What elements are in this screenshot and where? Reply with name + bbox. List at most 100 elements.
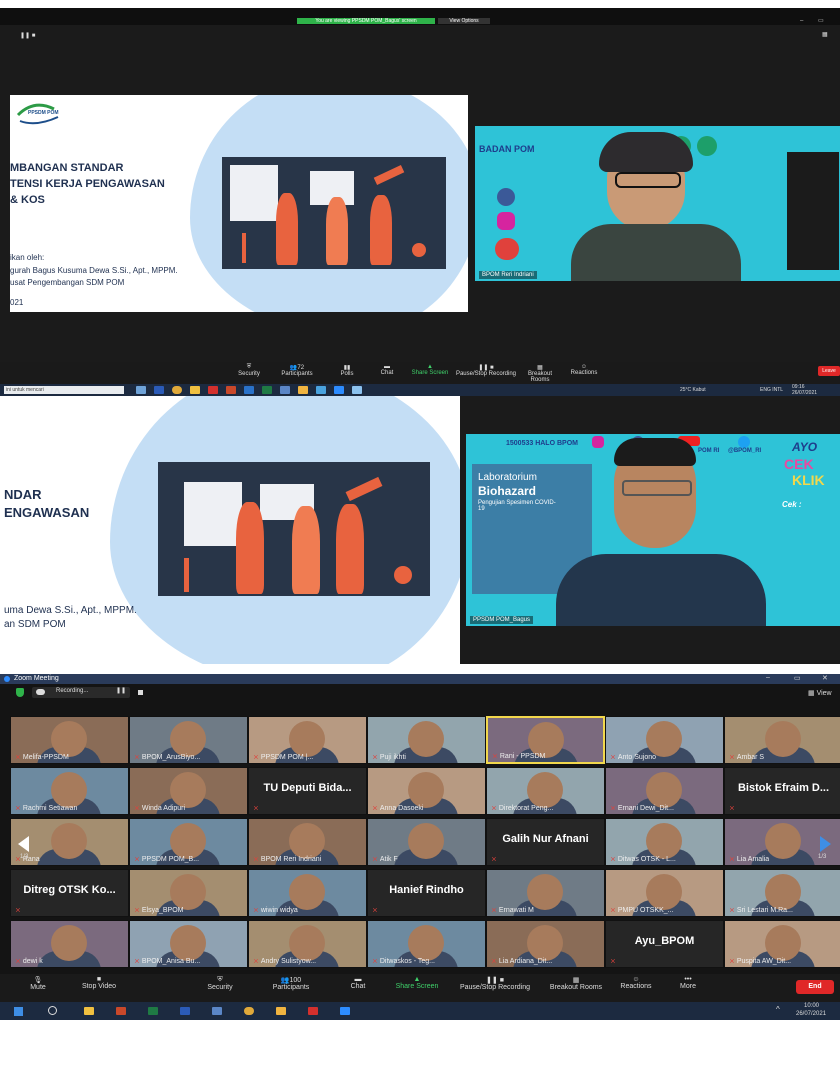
security-button[interactable]: ⛨ Security	[198, 976, 242, 991]
participant-tile[interactable]: ⨯ Ernani Dewi_Dit...	[605, 767, 724, 815]
participant-tile[interactable]: ⨯ Lia Ardiana_Dit...	[486, 920, 605, 968]
participant-tile[interactable]: ⨯ Anna Dasoeki	[367, 767, 486, 815]
acrobat-icon[interactable]	[308, 1007, 318, 1015]
mute-button[interactable]: 🎙 Mute	[18, 976, 58, 991]
window-restore-icon[interactable]: ▭	[818, 17, 824, 24]
muted-mic-icon: ⨯	[15, 754, 21, 761]
breakout-rooms-button[interactable]: ▦ Breakout Rooms	[518, 364, 562, 383]
window-close-icon[interactable]: ✕	[822, 674, 828, 682]
participant-tile[interactable]: ⨯ Puspita AW_Dit...	[724, 920, 840, 968]
participant-tile[interactable]: ⨯ PMPU OTSKK_...	[605, 869, 724, 917]
taskbar-search[interactable]: ini untuk mencari	[4, 386, 124, 394]
word-icon[interactable]	[180, 1007, 190, 1015]
participant-tile[interactable]: ⨯ Melifa-PPSDM	[10, 716, 129, 764]
participant-tile[interactable]: TU Deputi Bida... ⨯	[248, 767, 367, 815]
participant-tile[interactable]: ⨯ BPOM_ArusBiyo...	[129, 716, 248, 764]
end-button[interactable]: End	[796, 980, 834, 994]
participant-tile[interactable]: ⨯ Atik F	[367, 818, 486, 866]
participant-tile[interactable]: ⨯ Anto Sujono	[605, 716, 724, 764]
powerpoint-icon[interactable]	[226, 386, 236, 394]
window-minimize-icon[interactable]: –	[800, 18, 803, 24]
recording-button[interactable]: ❚❚ ■ Pause/Stop Recording	[455, 364, 517, 377]
view-button[interactable]: ▦ View	[808, 689, 832, 697]
participants-button[interactable]: 👥72 Participants	[280, 364, 314, 377]
stop-video-button[interactable]: ■ Stop Video	[70, 976, 128, 990]
word-icon[interactable]	[154, 386, 164, 394]
weather-indicator[interactable]: 25°C Kabut	[680, 387, 706, 393]
polls-button[interactable]: ▮▮ Polls	[332, 364, 362, 377]
breakout-rooms-button[interactable]: ▦ Breakout Rooms	[544, 976, 608, 991]
window-maximize-icon[interactable]: ▭	[794, 674, 801, 682]
folder-icon[interactable]	[298, 386, 308, 394]
app2-icon[interactable]	[352, 386, 362, 394]
prev-page-arrow[interactable]	[18, 836, 29, 852]
explorer-icon[interactable]	[84, 1007, 94, 1015]
participant-tile[interactable]: ⨯ Rani - PPSDM	[486, 716, 605, 764]
task-view-icon[interactable]	[136, 386, 146, 394]
team-illustration	[222, 157, 446, 269]
language-indicator[interactable]: ENG INTL	[760, 387, 783, 393]
tray-chevron-icon[interactable]: ^	[776, 1005, 780, 1014]
folder-icon[interactable]	[276, 1007, 286, 1015]
participant-tile[interactable]: ⨯ Ambar S	[724, 716, 840, 764]
app-icon[interactable]	[316, 386, 326, 394]
security-button[interactable]: ⛨ Security	[234, 364, 264, 377]
zoom-taskbar-icon[interactable]	[340, 1007, 350, 1015]
participant-tile[interactable]: ⨯ BPOM Reri Indriani	[248, 818, 367, 866]
ppsdm-logo: PPSDM POM	[14, 101, 66, 125]
chrome-icon[interactable]	[244, 1007, 254, 1015]
participants-button[interactable]: 👥100 Participants	[262, 976, 320, 991]
participant-tile[interactable]: ⨯ Winda Adipuri	[129, 767, 248, 815]
reactions-button[interactable]: ☺ Reactions	[612, 976, 660, 990]
explorer-icon[interactable]	[190, 386, 200, 394]
participant-tile[interactable]: ⨯ Ditwaskos - Teg...	[367, 920, 486, 968]
participant-tile[interactable]: Ditreg OTSK Ko... ⨯	[10, 869, 129, 917]
participant-tile[interactable]: ⨯ Andry Sulistyow...	[248, 920, 367, 968]
stop-recording-icon[interactable]	[138, 690, 143, 695]
participant-tile[interactable]: Ayu_BPOM ⨯	[605, 920, 724, 968]
participant-tile[interactable]: ⨯ Sri Lestari M.Ra...	[724, 869, 840, 917]
participant-tile[interactable]: ⨯ Direktorat Peng...	[486, 767, 605, 815]
participant-tile[interactable]: Hanief Rindho ⨯	[367, 869, 486, 917]
excel-icon[interactable]	[148, 1007, 158, 1015]
participant-tile[interactable]: Bistok Efraim D... ⨯	[724, 767, 840, 815]
pause-icon[interactable]: ❚❚	[116, 687, 126, 694]
excel-icon[interactable]	[262, 386, 272, 394]
share-screen-button[interactable]: ▲ Share Screen	[410, 364, 450, 376]
chat-button[interactable]: ▬ Chat	[372, 364, 402, 376]
windows-start-icon[interactable]	[14, 1007, 23, 1016]
shield-icon[interactable]	[16, 688, 24, 697]
leave-button[interactable]: Leave	[818, 366, 840, 376]
powerpoint-icon[interactable]	[116, 1007, 126, 1015]
participant-tile[interactable]: ⨯ Ditwas OTSK - L...	[605, 818, 724, 866]
chrome-icon[interactable]	[172, 386, 182, 394]
participant-tile[interactable]: ⨯ wiwin widya	[248, 869, 367, 917]
more-button[interactable]: ••• More	[670, 976, 706, 990]
photos-icon[interactable]	[212, 1007, 222, 1015]
participant-tile[interactable]: ⨯ Ernawati M	[486, 869, 605, 917]
next-page-arrow[interactable]	[820, 836, 831, 852]
participant-tile[interactable]: ⨯ PPSDM POM_B...	[129, 818, 248, 866]
participant-tile[interactable]: ⨯ BPOM_Anisa Bu...	[129, 920, 248, 968]
participant-tile[interactable]: ⨯ Elsya_BPOM	[129, 869, 248, 917]
outlook-icon[interactable]	[244, 386, 254, 394]
shield-icon: ⛨	[217, 976, 223, 983]
share-screen-button[interactable]: ▲ Share Screen	[390, 976, 444, 990]
participant-tile[interactable]: ⨯ Puji ikhti	[367, 716, 486, 764]
zoom-taskbar-icon[interactable]	[334, 386, 344, 394]
participant-tile[interactable]: Galih Nur Afnani ⨯	[486, 818, 605, 866]
participant-tile[interactable]: ⨯ Rachmi Setiawan	[10, 767, 129, 815]
photos-icon[interactable]	[280, 386, 290, 394]
recording-indicator[interactable]: Recording... ❚❚	[32, 687, 130, 698]
view-options-button[interactable]: View Options	[438, 18, 490, 24]
search-icon[interactable]	[48, 1006, 57, 1015]
reactions-button[interactable]: ☺ Reactions	[566, 364, 602, 376]
participant-tile[interactable]: ⨯ PPSDM POM |...	[248, 716, 367, 764]
chat-button[interactable]: ▬ Chat	[340, 976, 376, 990]
view-icon[interactable]: ▦	[822, 31, 828, 38]
participant-tile[interactable]: ⨯ dewi k	[10, 920, 129, 968]
pause-icon[interactable]: ❚❚ ■	[20, 32, 35, 39]
window-minimize-icon[interactable]: –	[766, 674, 770, 681]
recording-button[interactable]: ❚❚ ■ Pause/Stop Recording	[450, 976, 540, 991]
acrobat-icon[interactable]	[208, 386, 218, 394]
